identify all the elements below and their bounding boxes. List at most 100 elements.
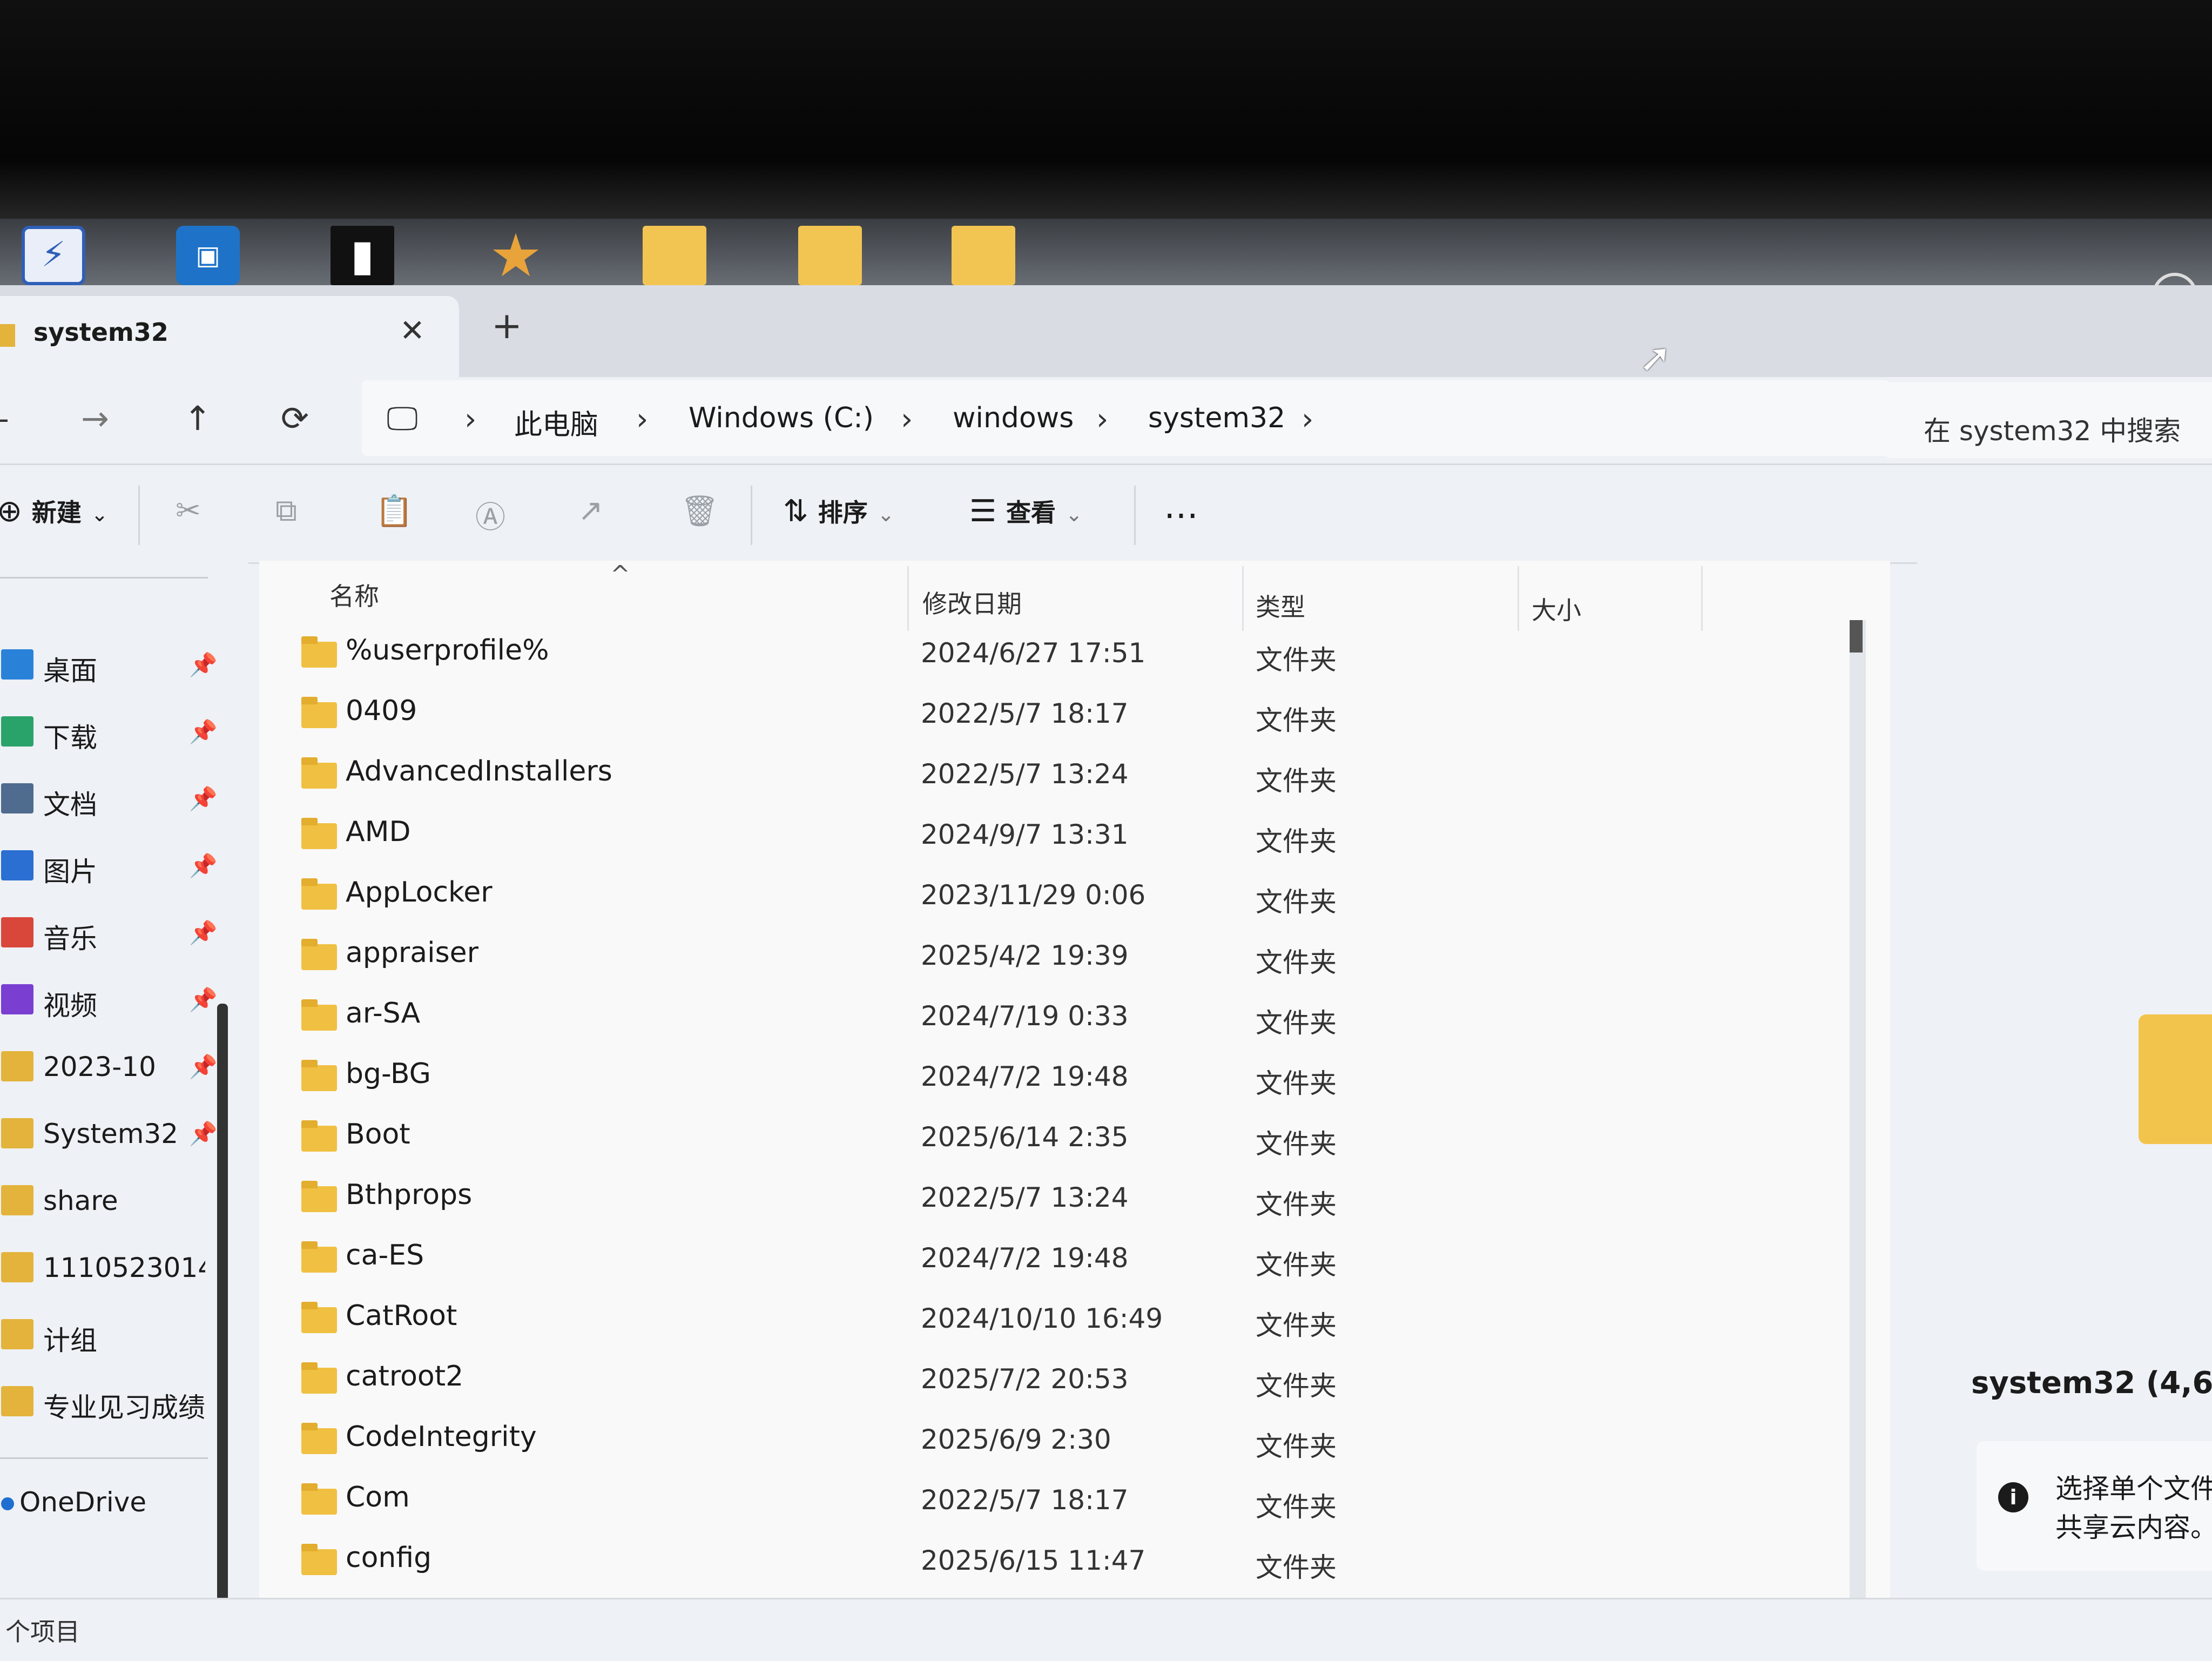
command-toolbar: ⊕ 新建 ⌄ ✂ ⧉ 📋 Ⓐ ↗ 🗑 ⇅ 排序 ⌄ ☰ 查看 ⌄ … [0,463,2212,564]
table-row[interactable]: AdvancedInstallers 2022/5/7 13:24 文件夹 [259,747,1815,807]
new-tab-button[interactable]: + [491,305,522,347]
sidebar-item[interactable]: System32 📌 [0,1111,227,1165]
file-list-scrollbar[interactable] [1850,620,1866,1603]
breadcrumb-separator-icon[interactable]: › [1301,402,1313,437]
sidebar-item[interactable]: 文档 📌 [0,776,227,830]
view-button[interactable]: ☰ 查看 ⌄ [969,493,1083,529]
file-modified-date: 2022/5/7 13:24 [921,1182,1129,1213]
sidebar-item[interactable]: 111052301403 [0,1245,227,1299]
sidebar-item[interactable]: 图片 📌 [0,843,227,897]
sidebar-item-onedrive[interactable]: OneDrive [0,1479,227,1533]
sidebar-scrollbar[interactable] [217,1004,228,1625]
view-label: 查看 [1006,498,1056,527]
computer-icon[interactable]: 🖵 [387,400,418,438]
table-row[interactable]: CodeIntegrity 2025/6/9 2:30 文件夹 [259,1412,1815,1472]
table-row[interactable]: AppLocker 2023/11/29 0:06 文件夹 [259,868,1815,928]
column-divider[interactable] [1242,566,1244,631]
more-options-button[interactable]: … [1164,487,1198,527]
file-type: 文件夹 [1256,1552,1337,1583]
breadcrumb-system32[interactable]: system32 [1148,402,1285,434]
table-row[interactable]: ca-ES 2024/7/2 19:48 文件夹 [259,1230,1815,1291]
table-row[interactable]: Bthprops 2022/5/7 13:24 文件夹 [259,1170,1815,1230]
breadcrumb-separator-icon[interactable]: › [1096,402,1108,437]
column-header-name[interactable]: 名称 [329,577,379,613]
close-tab-icon[interactable]: ✕ [400,313,425,348]
table-row[interactable]: Com 2022/5/7 18:17 文件夹 [259,1472,1815,1533]
table-row[interactable]: %userprofile% 2024/6/27 17:51 文件夹 [259,626,1815,686]
column-header-type[interactable]: 类型 [1256,588,1305,623]
file-modified-date: 2022/5/7 18:17 [921,1484,1129,1516]
table-row[interactable]: ar-SA 2024/7/19 0:33 文件夹 [259,988,1815,1049]
taskbar-folder-1-icon[interactable] [643,226,706,285]
pin-icon[interactable]: 📌 [189,919,217,946]
file-type: 文件夹 [1256,1249,1337,1281]
pin-icon[interactable]: 📌 [189,986,217,1013]
tab-system32[interactable]: system32 ✕ [0,296,459,377]
breadcrumb-windows[interactable]: windows [953,402,1074,434]
up-button[interactable]: ↑ [184,399,212,438]
breadcrumb-separator-icon[interactable]: › [901,402,913,437]
table-row[interactable]: bg-BG 2024/7/2 19:48 文件夹 [259,1049,1815,1109]
folder-icon [301,1362,337,1394]
sidebar-item[interactable]: 音乐 📌 [0,910,227,964]
search-input[interactable]: 在 system32 中搜索 [1885,382,2212,458]
column-divider[interactable] [1518,566,1519,631]
pin-icon[interactable]: 📌 [189,1053,217,1080]
breadcrumb-windows-c[interactable]: Windows (C:) [689,402,874,434]
sidebar-item[interactable]: 桌面 📌 [0,642,227,696]
sidebar-item[interactable]: 2023-10 📌 [0,1044,227,1098]
pin-icon[interactable]: 📌 [189,718,217,745]
file-modified-date: 2025/6/9 2:30 [921,1424,1111,1455]
sidebar-item[interactable]: share [0,1178,227,1232]
column-divider[interactable] [1701,566,1703,631]
column-divider[interactable] [907,566,909,631]
table-row[interactable]: 0409 2022/5/7 18:17 文件夹 [259,686,1815,747]
table-row[interactable]: Boot 2025/6/14 2:35 文件夹 [259,1109,1815,1170]
breadcrumb[interactable]: 🖵 › 此电脑 › Windows (C:) › windows › syste… [362,380,1890,456]
file-name: catroot2 [346,1360,464,1393]
refresh-button[interactable]: ⟳ [281,399,309,438]
pin-icon[interactable]: 📌 [189,1120,217,1147]
back-button[interactable]: – [0,399,9,438]
pin-icon[interactable]: 📌 [189,785,217,812]
taskbar-folder-3-icon[interactable] [952,226,1015,285]
copy-icon[interactable]: ⧉ [275,493,297,529]
folder-icon [301,1241,337,1273]
pin-icon[interactable]: 📌 [189,852,217,879]
file-type: 文件夹 [1256,1310,1337,1341]
table-row[interactable]: catroot2 2025/7/2 20:53 文件夹 [259,1351,1815,1412]
taskbar-app-1-icon[interactable]: ⚡ [22,226,85,285]
pin-icon[interactable]: 📌 [189,651,217,678]
taskbar-folder-2-icon[interactable] [798,226,862,285]
sidebar-item[interactable]: 视频 📌 [0,977,227,1031]
sidebar-item[interactable]: 计组 [0,1312,227,1366]
column-header-modified[interactable]: 修改日期 [922,584,1022,620]
table-row[interactable]: AMD 2024/9/7 13:31 文件夹 [259,807,1815,868]
paste-icon[interactable]: 📋 [375,493,413,529]
table-row[interactable]: appraiser 2025/4/2 19:39 文件夹 [259,928,1815,988]
taskbar-star-app-icon[interactable]: ★ [484,226,548,285]
scrollbar-thumb[interactable] [1850,620,1863,653]
table-row[interactable]: config 2025/6/15 11:47 文件夹 [259,1533,1815,1593]
taskbar-app-3-icon[interactable]: ▮ [331,226,394,285]
breadcrumb-separator-icon[interactable]: › [636,402,648,437]
sidebar-item-label: 111052301403 [43,1252,205,1283]
forward-button[interactable]: → [81,399,109,438]
rename-icon[interactable]: Ⓐ [475,493,505,537]
table-row[interactable]: CatRoot 2024/10/10 16:49 文件夹 [259,1291,1815,1351]
delete-icon[interactable]: 🗑 [680,493,719,529]
share-icon[interactable]: ↗ [578,493,603,528]
info-icon: i [1998,1482,2028,1512]
toolbar-divider [1134,486,1136,545]
cut-icon[interactable]: ✂ [176,493,201,528]
sidebar-item[interactable]: 专业见习成绩评 [0,1378,227,1433]
taskbar-app-2-icon[interactable]: ▣ [176,226,240,285]
breadcrumb-this-pc[interactable]: 此电脑 [514,402,598,442]
breadcrumb-separator-icon[interactable]: › [464,402,476,437]
sort-button[interactable]: ⇅ 排序 ⌄ [783,493,894,529]
column-header-size[interactable]: 大小 [1532,591,1581,627]
new-button[interactable]: ⊕ 新建 ⌄ [0,493,108,529]
file-explorer-window: system32 ✕ + ➚ – → ↑ ⟳ 🖵 › 此电脑 › Windows… [0,285,2212,1661]
sidebar-item[interactable]: 下载 📌 [0,709,227,763]
file-name: appraiser [346,937,479,969]
